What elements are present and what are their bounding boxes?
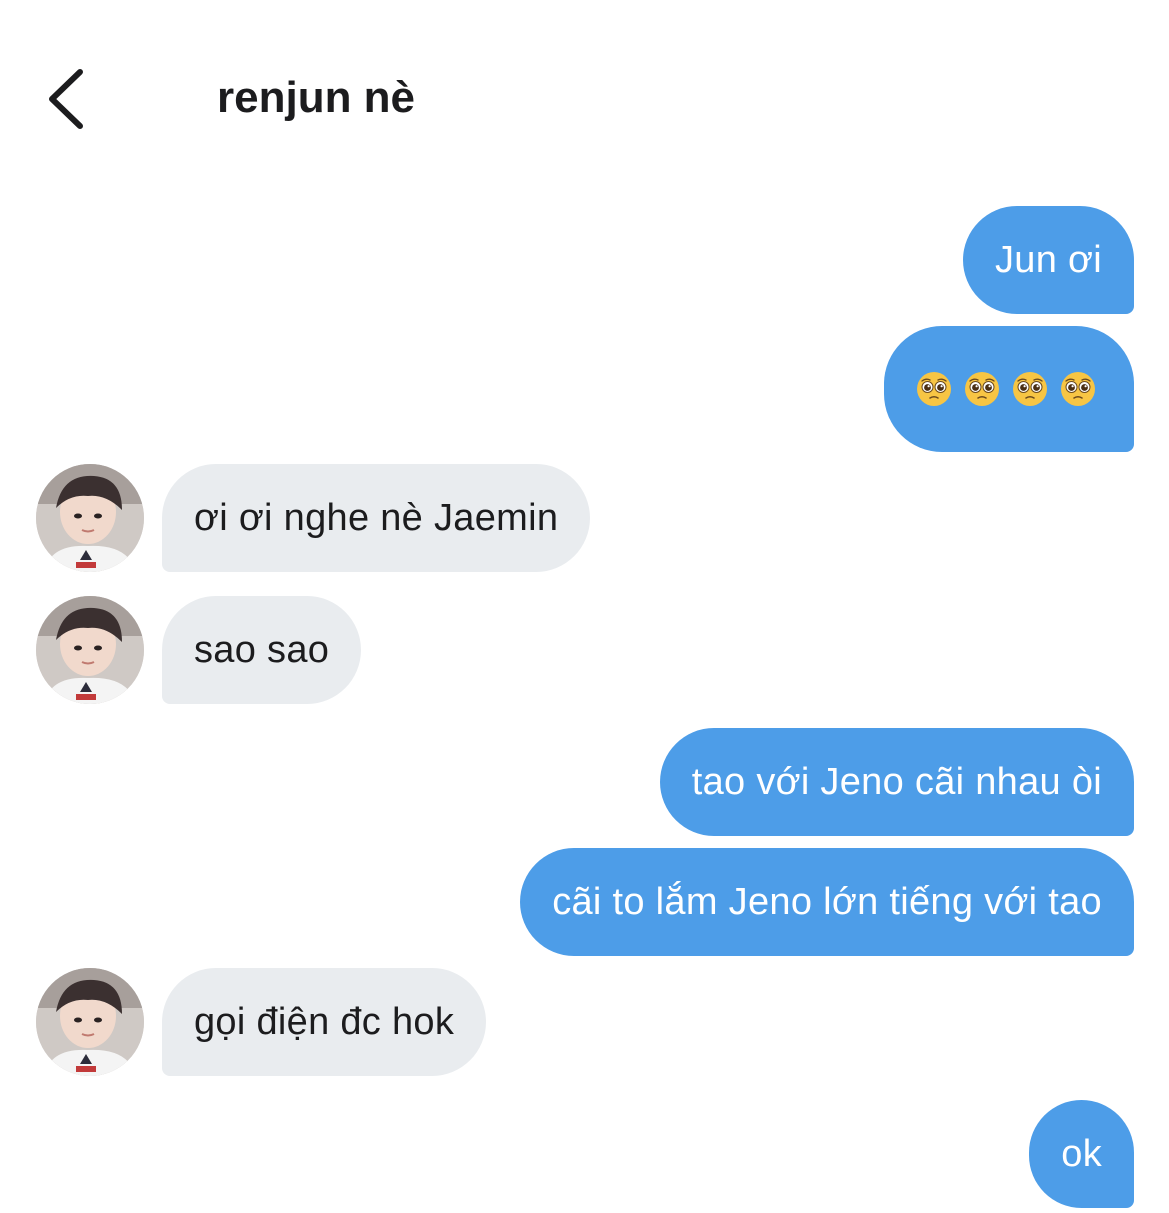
message-thread: Jun ơi ơi ơi nghe nè Jaemin sao sao tao … bbox=[0, 0, 1169, 1213]
emoji-row bbox=[916, 326, 1096, 452]
avatar-photo bbox=[36, 464, 144, 572]
message-text: tao với Jeno cãi nhau òi bbox=[691, 761, 1102, 803]
message-text: cãi to lắm Jeno lớn tiếng với tao bbox=[552, 881, 1102, 923]
message-text: sao sao bbox=[194, 629, 330, 671]
received-message-bubble[interactable]: gọi điện đc hok bbox=[162, 968, 487, 1076]
pleading-face-icon bbox=[1013, 372, 1047, 406]
pleading-face-icon bbox=[965, 372, 999, 406]
sent-emoji-bubble[interactable] bbox=[884, 326, 1134, 452]
pleading-face-icon bbox=[917, 372, 951, 406]
avatar-photo bbox=[36, 968, 144, 1076]
avatar[interactable] bbox=[36, 464, 144, 572]
message-text: ơi ơi nghe nè Jaemin bbox=[194, 497, 559, 539]
avatar-photo bbox=[36, 596, 144, 704]
avatar[interactable] bbox=[36, 968, 144, 1076]
message-text: gọi điện đc hok bbox=[194, 1001, 455, 1043]
sent-message-bubble[interactable]: tao với Jeno cãi nhau òi bbox=[659, 728, 1134, 836]
received-message-bubble[interactable]: ơi ơi nghe nè Jaemin bbox=[162, 464, 591, 572]
avatar[interactable] bbox=[36, 596, 144, 704]
sent-message-bubble[interactable]: ok bbox=[1029, 1100, 1134, 1208]
sent-message-bubble[interactable]: Jun ơi bbox=[963, 206, 1134, 314]
received-message-bubble[interactable]: sao sao bbox=[162, 596, 362, 704]
sent-message-bubble[interactable]: cãi to lắm Jeno lớn tiếng với tao bbox=[520, 848, 1134, 956]
message-text: ok bbox=[1061, 1133, 1102, 1175]
message-text: Jun ơi bbox=[995, 239, 1102, 281]
pleading-face-icon bbox=[1061, 372, 1095, 406]
